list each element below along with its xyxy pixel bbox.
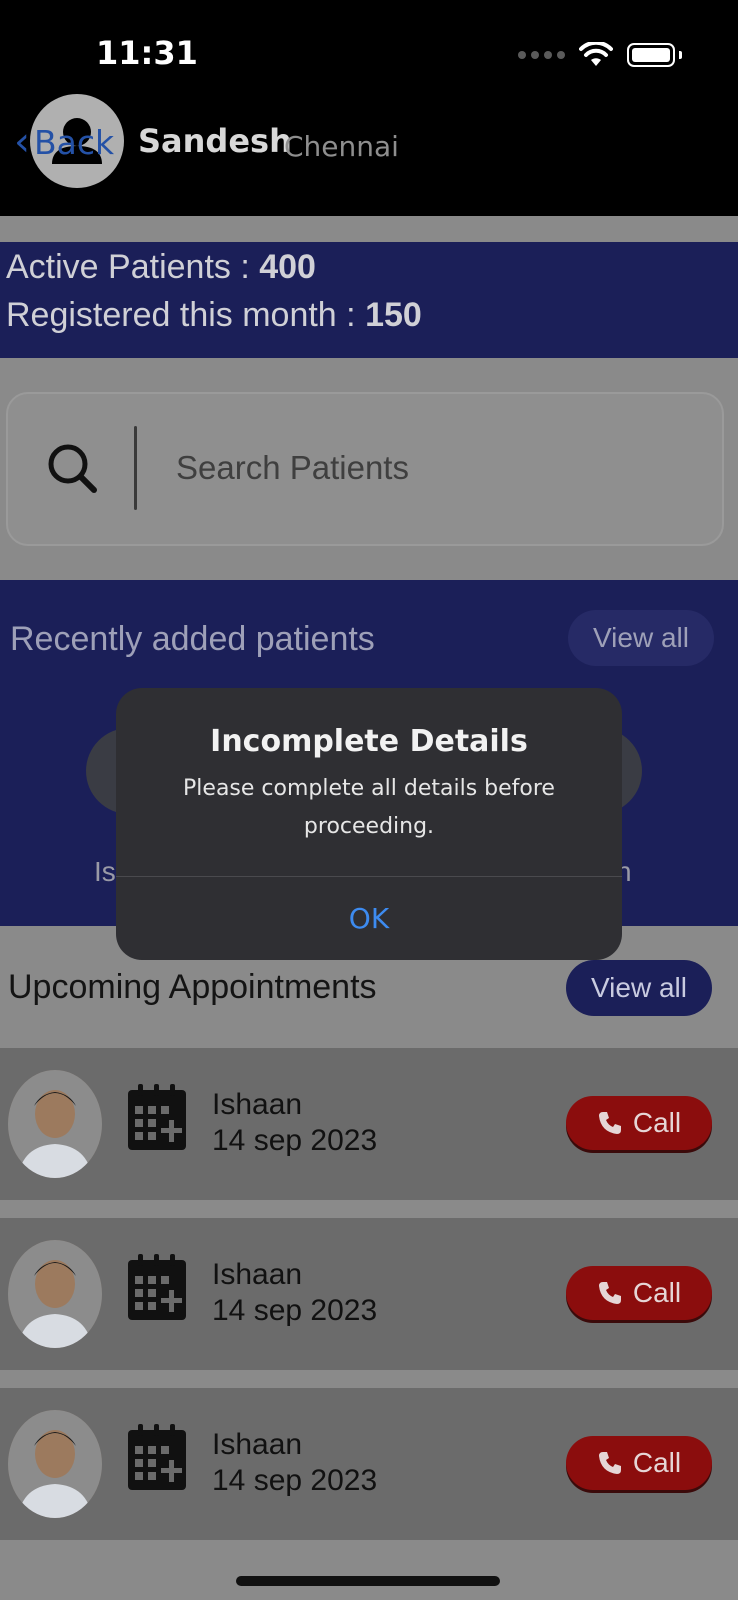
incomplete-details-alert: Incomplete Details Please complete all d… xyxy=(116,688,622,960)
alert-message: Please complete all details before proce… xyxy=(183,776,555,839)
app-screen: 11:31 ‹ Back Sandesh Chennai Active Pati… xyxy=(0,0,738,1600)
alert-title: Incomplete Details xyxy=(210,724,528,759)
alert-ok-button[interactable]: OK xyxy=(116,876,622,960)
